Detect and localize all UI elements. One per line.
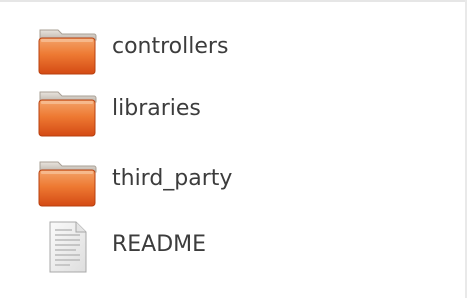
file-item-third-party[interactable]: third_party xyxy=(30,154,450,208)
file-name: README xyxy=(112,232,207,257)
file-item-controllers[interactable]: controllers xyxy=(30,22,450,76)
file-name: libraries xyxy=(112,96,201,121)
folder-icon xyxy=(38,91,97,137)
file-item-readme[interactable]: README xyxy=(30,220,450,274)
file-item-libraries[interactable]: libraries xyxy=(30,84,450,138)
file-name: third_party xyxy=(112,166,233,191)
folder-icon xyxy=(38,29,97,75)
folder-icon xyxy=(38,161,97,207)
file-name: controllers xyxy=(112,34,229,59)
file-manager-view: controllers libraries third_party README xyxy=(0,0,467,298)
text-file-icon xyxy=(49,221,87,273)
file-list: controllers libraries third_party README xyxy=(0,0,465,298)
